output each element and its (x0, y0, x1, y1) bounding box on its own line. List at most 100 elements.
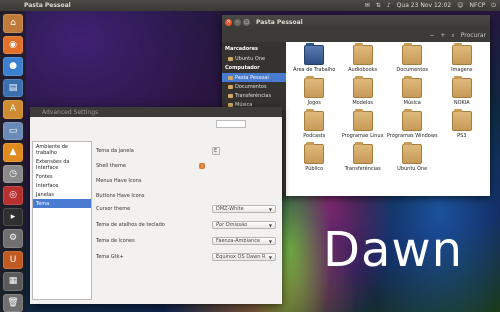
folder-icon (352, 43, 373, 65)
document-icon[interactable]: ▭ (3, 121, 23, 140)
file-item[interactable]: Documentos (387, 43, 438, 77)
file-item[interactable]: PS3 (438, 109, 486, 143)
category-item[interactable]: Interface (33, 181, 91, 190)
folder-icon (228, 56, 233, 61)
category-item[interactable]: Janelas (33, 190, 91, 199)
advanced-settings-title: Advanced Settings (42, 108, 99, 116)
file-item-label: Modelos (352, 100, 373, 106)
vlc-icon[interactable]: ▲ (3, 143, 23, 162)
folder-icon (304, 142, 325, 164)
zoom-in-icon[interactable]: + (440, 32, 445, 39)
file-item[interactable]: Imagens (438, 43, 486, 77)
sidebar-section-title: Marcadores (225, 46, 259, 52)
volume-icon[interactable]: ♪ (387, 2, 391, 9)
file-item[interactable]: NOKIA (438, 76, 486, 110)
terminal-icon[interactable]: ▸ (3, 207, 23, 226)
sidebar-item[interactable]: Transferências (222, 91, 286, 100)
file-item[interactable]: Área de Trabalho (290, 43, 338, 77)
search-icon[interactable]: ⌕ (451, 32, 454, 40)
folder-icon (352, 76, 373, 98)
file-item-label: Público (305, 166, 324, 172)
file-item[interactable]: Audiobooks (338, 43, 386, 77)
search-label[interactable]: Procurar (461, 32, 486, 39)
clock-icon[interactable]: ◷ (3, 164, 23, 183)
maximize-icon[interactable]: □ (243, 18, 250, 26)
category-item[interactable]: Extensões da Interface (33, 157, 91, 172)
file-item[interactable]: Transferências (338, 142, 386, 176)
file-item[interactable]: Programas Linux (338, 109, 386, 143)
category-item[interactable]: Ambiente de trabalho (33, 142, 91, 157)
sidebar-item-label: Transferências (235, 92, 272, 99)
setting-label: Tema Gtk+ (96, 254, 124, 260)
folder-icon (304, 76, 325, 98)
folder-icon (352, 109, 373, 131)
chevron-down-icon: ▼ (268, 238, 272, 244)
file-item[interactable]: Público (290, 142, 338, 176)
file-item-label: Ubuntu One (397, 166, 428, 172)
mail-icon[interactable]: ✉ (365, 2, 370, 9)
file-item-label: Programas Windows (386, 133, 438, 139)
folder-icon (304, 43, 325, 65)
folder-icon (228, 84, 233, 89)
settings-form: Tema da janela E Shell theme! Menus Have Ic… (92, 117, 282, 304)
home-folder-icon[interactable]: ⌂ (3, 14, 23, 33)
sidebar-item-label: Ubuntu One (235, 55, 266, 62)
sidebar-item[interactable]: Ubuntu One (222, 54, 286, 63)
file-grid: Área de Trabalho Audiobooks Documentos Imag… (286, 42, 490, 196)
power-icon[interactable]: ⏻ (491, 2, 496, 10)
folder-icon (402, 142, 423, 164)
folder-icon (402, 109, 423, 131)
category-item[interactable]: Tema (33, 199, 91, 208)
sidebar-item-label: Documentos (235, 83, 267, 90)
file-item-label: PS3 (457, 133, 467, 139)
file-item[interactable]: Programas Windows (386, 109, 438, 143)
advanced-settings-titlebar[interactable]: Advanced Settings (30, 107, 282, 117)
file-item[interactable]: Modelos (338, 76, 386, 110)
chevron-down-icon: ▼ (268, 222, 272, 228)
minimize-icon[interactable]: – (234, 18, 241, 26)
folder-icon (402, 43, 423, 65)
workspaces-icon[interactable]: ▦ (3, 272, 23, 291)
warning-icon: ! (199, 163, 205, 169)
network-icon[interactable]: ⇅ (376, 2, 381, 9)
clock-label[interactable]: Qua 23 Nov 12:02 (397, 2, 452, 9)
folder-icon (451, 109, 472, 131)
folder-icon (228, 93, 233, 98)
file-item-label: NOKIA (453, 100, 470, 106)
setting-select[interactable]: Equinox OS Dawn R ▼ (212, 253, 276, 261)
zoom-out-icon[interactable]: − (429, 32, 434, 39)
top-panel: Pasta Pessoal ✉ ⇅ ♪ Qua 23 Nov 12:02 ☺ N… (0, 0, 500, 11)
trash-icon[interactable]: 🗑 (3, 293, 23, 312)
user-icon[interactable]: ☺ (457, 2, 463, 9)
file-item-label: Documentos (396, 67, 428, 73)
setting-select[interactable]: DMZ-White ▼ (212, 205, 276, 213)
user-name[interactable]: NFCP (470, 2, 486, 9)
chromium-icon[interactable]: ● (3, 57, 23, 76)
category-item[interactable]: Fontes (33, 172, 91, 181)
setting-select[interactable]: Faenza-Ambiance ▼ (212, 237, 276, 245)
close-icon[interactable]: × (225, 18, 232, 26)
setting-select-value: Equinox OS Dawn R (216, 254, 266, 260)
office-writer-icon[interactable]: ▤ (3, 78, 23, 97)
setting-select[interactable]: Por Omissão ▼ (212, 221, 276, 229)
file-item[interactable]: Música (387, 76, 438, 110)
file-item[interactable]: Podcasts (290, 109, 338, 143)
software-center-icon[interactable]: A (3, 100, 23, 119)
file-item[interactable]: Jogos (290, 76, 338, 110)
folder-icon (402, 76, 423, 98)
chevron-down-icon: ▼ (268, 206, 272, 212)
sidebar-item[interactable]: Documentos (222, 82, 286, 91)
setting-label: Tema de atalhos de teclado (96, 222, 165, 228)
setting-label: Menus Have Icons (96, 178, 142, 184)
file-item[interactable]: Ubuntu One (387, 142, 438, 176)
setting-label: Buttons Have Icons (96, 193, 145, 199)
folder-icon (352, 142, 373, 164)
ubuntu-one-icon[interactable]: U (3, 250, 23, 269)
settings-icon[interactable]: ⚙ (3, 229, 23, 248)
firefox-icon[interactable]: ◉ (3, 35, 23, 54)
file-manager-titlebar[interactable]: × – □ Pasta Pessoal (222, 15, 490, 29)
disc-icon[interactable]: ◎ (3, 186, 23, 205)
sidebar-item[interactable]: Pasta Pessoal (222, 73, 286, 82)
window-theme-select[interactable]: E (212, 147, 220, 155)
setting-label: Cursor theme (96, 206, 131, 212)
